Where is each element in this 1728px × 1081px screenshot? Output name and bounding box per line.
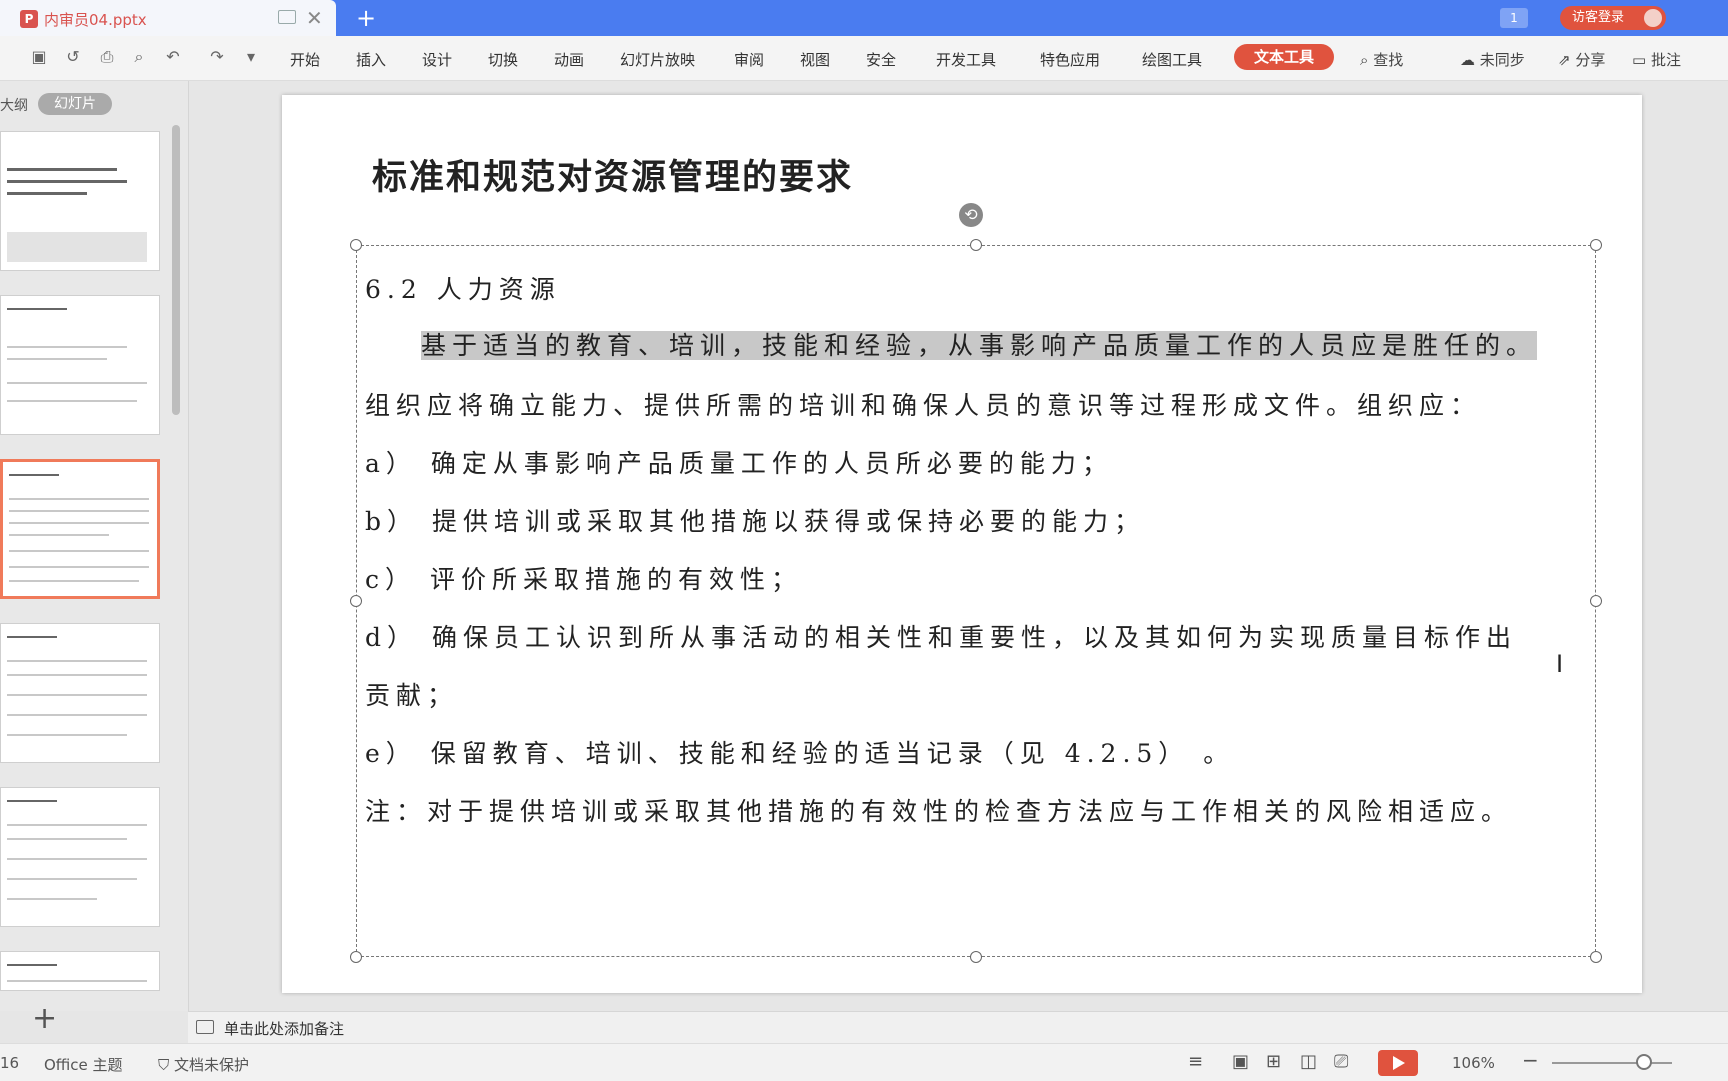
- play-slideshow-button[interactable]: [1378, 1050, 1418, 1076]
- list-item[interactable]: a） 确定从事影响产品质量工作的人员所必要的能力；: [365, 444, 1113, 480]
- new-tab-button[interactable]: +: [356, 4, 376, 32]
- record-icon[interactable]: ⎚: [1334, 1051, 1348, 1072]
- undo-icon[interactable]: ↶: [164, 48, 182, 66]
- window-mode-icon[interactable]: [278, 10, 296, 24]
- tab-security[interactable]: 安全: [866, 49, 896, 70]
- ribbon-toolbar: ▣ ↺ ⎙ ⌕ ↶ ↷ ▾ 开始 插入 设计 切换 动画 幻灯片放映 审阅 视图…: [0, 36, 1728, 81]
- customize-quick-access-icon[interactable]: ▾: [242, 48, 260, 66]
- tab-bar: P 内审员04.pptx ✕ + 1 访客登录: [0, 0, 1728, 36]
- slide-sorter-icon[interactable]: ⊞: [1266, 1051, 1281, 1072]
- selected-text[interactable]: 基于适当的教育、培训，技能和经验，从事影响产品质量工作的人员应是胜任的。: [421, 331, 1538, 360]
- list-item-continued[interactable]: 贡献；: [365, 676, 458, 712]
- slide-thumbnail-panel: 大纲 幻灯片 +: [0, 81, 189, 1036]
- theme-name[interactable]: Office 主题: [44, 1054, 123, 1075]
- tab-design[interactable]: 设计: [422, 49, 452, 70]
- notes-bar[interactable]: 单击此处添加备注: [188, 1011, 1728, 1044]
- notes-placeholder[interactable]: 单击此处添加备注: [224, 1018, 344, 1039]
- comment-label: 批注: [1650, 51, 1681, 69]
- print-preview-icon[interactable]: ⌕: [130, 48, 148, 66]
- paragraph[interactable]: 组织应将确立能力、提供所需的培训和确保人员的意识等过程形成文件。组织应：: [365, 386, 1481, 422]
- protect-status[interactable]: ⛉ 文档未保护: [158, 1054, 249, 1075]
- list-item[interactable]: d） 确保员工认识到所从事活动的相关性和重要性，以及其如何为实现质量目标作出: [365, 618, 1517, 654]
- section-heading[interactable]: 6.2 人力资源: [365, 270, 561, 306]
- find-button[interactable]: ⌕ 查找: [1360, 49, 1403, 70]
- slide-number: 16: [0, 1054, 20, 1072]
- tab-transitions[interactable]: 切换: [488, 49, 518, 70]
- resize-handle[interactable]: [1590, 595, 1602, 607]
- resize-handle[interactable]: [350, 595, 362, 607]
- thumbnail-scrollbar[interactable]: [172, 125, 180, 415]
- slide-thumbnail[interactable]: [0, 295, 160, 435]
- document-tab-title: 内审员04.pptx: [44, 11, 147, 29]
- rotate-handle-icon[interactable]: ⟲: [959, 203, 983, 227]
- slide-title[interactable]: 标准和规范对资源管理的要求: [372, 149, 853, 200]
- protect-label: 文档未保护: [174, 1056, 250, 1074]
- save-icon[interactable]: ▣: [30, 48, 48, 66]
- tab-features[interactable]: 特色应用: [1040, 49, 1100, 70]
- sync-label: 未同步: [1479, 51, 1525, 69]
- note-paragraph[interactable]: 注：对于提供培训或采取其他措施的有效性的检查方法应与工作相关的风险相适应。: [365, 792, 1512, 828]
- window-count-badge[interactable]: 1: [1500, 8, 1528, 28]
- resize-handle[interactable]: [1590, 951, 1602, 963]
- undo-history-icon[interactable]: ↺: [64, 48, 82, 66]
- share-label: 分享: [1575, 51, 1606, 69]
- notes-icon: [196, 1020, 214, 1034]
- share-icon: ⇗: [1558, 51, 1571, 69]
- find-label: 查找: [1373, 51, 1404, 69]
- tab-insert[interactable]: 插入: [356, 49, 386, 70]
- selected-text-box[interactable]: 6.2 人力资源 基于适当的教育、培训，技能和经验，从事影响产品质量工作的人员应…: [350, 239, 1602, 963]
- tab-review[interactable]: 审阅: [734, 49, 764, 70]
- tab-view[interactable]: 视图: [800, 49, 830, 70]
- slide-thumbnail[interactable]: [0, 951, 160, 991]
- avatar: [1644, 9, 1662, 27]
- tab-slides[interactable]: 幻灯片: [38, 93, 112, 115]
- sync-button[interactable]: ☁ 未同步: [1460, 49, 1525, 70]
- zoom-level[interactable]: 106%: [1452, 1054, 1495, 1072]
- share-button[interactable]: ⇗ 分享: [1558, 49, 1605, 70]
- document-tab[interactable]: P 内审员04.pptx ✕: [0, 0, 336, 36]
- guest-login-button[interactable]: 访客登录: [1560, 6, 1666, 30]
- pptx-file-icon: P: [20, 10, 38, 28]
- tab-home[interactable]: 开始: [290, 49, 320, 70]
- comment-button[interactable]: ▭ 批注: [1632, 49, 1681, 70]
- list-item[interactable]: b） 提供培训或采取其他措施以获得或保持必要的能力；: [365, 502, 1145, 538]
- slide-thumbnail[interactable]: [0, 623, 160, 763]
- list-item[interactable]: e） 保留教育、培训、技能和经验的适当记录（见 4.2.5） 。: [365, 734, 1234, 770]
- resize-handle[interactable]: [970, 239, 982, 251]
- highlighted-paragraph[interactable]: 基于适当的教育、培训，技能和经验，从事影响产品质量工作的人员应是胜任的。: [421, 326, 1538, 362]
- tab-slideshow[interactable]: 幻灯片放映: [620, 49, 695, 70]
- tab-developer[interactable]: 开发工具: [936, 49, 996, 70]
- tab-animations[interactable]: 动画: [554, 49, 584, 70]
- tab-drawing-tools[interactable]: 绘图工具: [1142, 49, 1202, 70]
- cloud-icon: ☁: [1460, 51, 1475, 69]
- resize-handle[interactable]: [970, 951, 982, 963]
- redo-icon[interactable]: ↷: [208, 48, 226, 66]
- zoom-slider-knob[interactable]: [1636, 1054, 1652, 1070]
- list-item[interactable]: c） 评价所采取措施的有效性；: [365, 560, 802, 596]
- search-icon: ⌕: [1360, 51, 1369, 69]
- shield-icon: ⛉: [158, 1056, 170, 1074]
- tab-outline[interactable]: 大纲: [0, 95, 28, 115]
- resize-handle[interactable]: [1590, 239, 1602, 251]
- resize-handle[interactable]: [350, 951, 362, 963]
- print-icon[interactable]: ⎙: [98, 48, 116, 66]
- slide-canvas[interactable]: 标准和规范对资源管理的要求 ⟲ 6.2 人力资源 基于适当的教育、培训，技能和经…: [282, 95, 1642, 993]
- text-cursor-icon: I: [1556, 650, 1564, 678]
- slide-thumbnail[interactable]: [0, 131, 160, 271]
- tab-text-tools[interactable]: 文本工具: [1234, 44, 1334, 70]
- zoom-out-icon[interactable]: −: [1522, 1048, 1539, 1072]
- slide-thumbnail-selected[interactable]: [0, 459, 160, 599]
- normal-view-icon[interactable]: ▣: [1232, 1051, 1249, 1072]
- status-bar: 16 Office 主题 ⛉ 文档未保护 ≡ ▣ ⊞ ◫ ⎚ 106% −: [0, 1043, 1728, 1081]
- comment-icon: ▭: [1632, 51, 1647, 69]
- slide-thumbnail[interactable]: [0, 787, 160, 927]
- add-slide-button[interactable]: +: [32, 1001, 57, 1036]
- guest-login-label: 访客登录: [1572, 10, 1625, 25]
- resize-handle[interactable]: [350, 239, 362, 251]
- close-tab-icon[interactable]: ✕: [306, 6, 323, 30]
- zoom-slider[interactable]: [1552, 1062, 1672, 1064]
- notes-toggle-icon[interactable]: ≡: [1188, 1051, 1203, 1072]
- reading-view-icon[interactable]: ◫: [1300, 1051, 1317, 1072]
